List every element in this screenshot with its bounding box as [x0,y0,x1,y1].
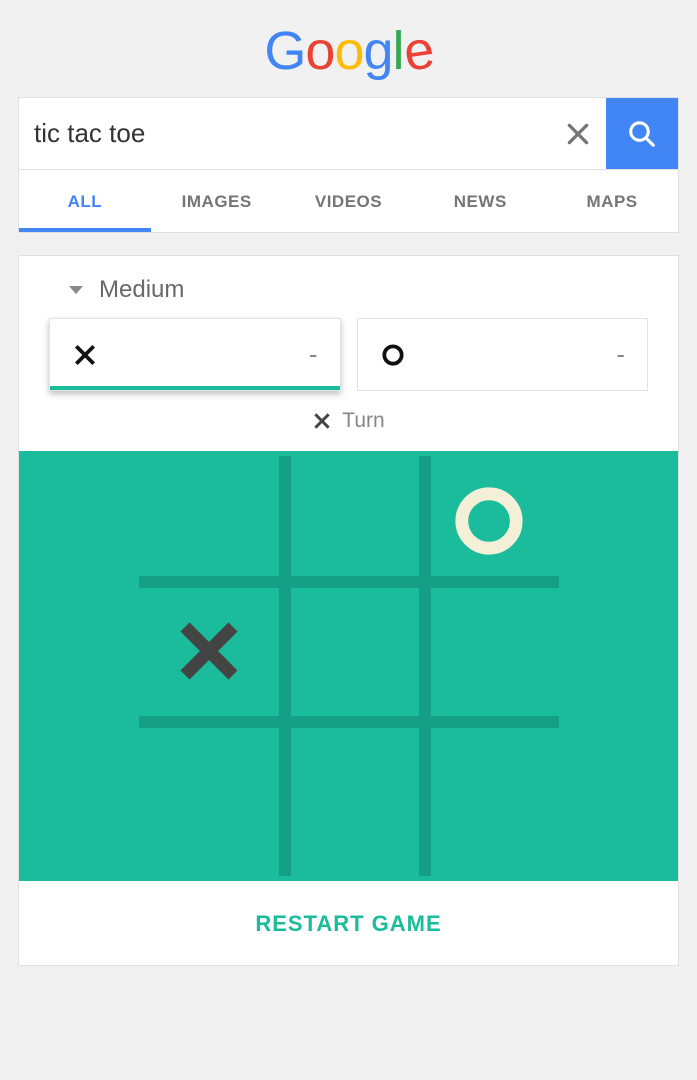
o-mark [449,481,529,561]
board-cell-1-1[interactable] [279,586,419,716]
board-cell-2-0[interactable] [139,716,279,846]
restart-button[interactable]: RESTART GAME [255,911,441,937]
chevron-down-icon [69,286,83,294]
search-button[interactable] [606,98,678,169]
x-icon [312,411,332,431]
board-cell-0-2[interactable] [419,456,559,586]
score-card-x[interactable]: - [49,318,341,391]
score-value-x: - [309,339,318,370]
search-input[interactable] [19,98,550,169]
board-cell-2-1[interactable] [279,716,419,846]
board-cell-2-2[interactable] [419,716,559,846]
search-bar [18,97,679,170]
tab-images[interactable]: IMAGES [151,170,283,232]
board-cell-1-2[interactable] [419,586,559,716]
tab-all[interactable]: ALL [19,170,151,232]
search-icon [627,119,657,149]
game-board [19,451,678,881]
search-tabs: ALL IMAGES VIDEOS NEWS MAPS [18,170,679,233]
score-row: - - [19,318,678,409]
score-card-o[interactable]: - [357,318,649,391]
tab-maps[interactable]: MAPS [546,170,678,232]
difficulty-label: Medium [99,276,184,304]
board-cell-1-0[interactable] [139,586,279,716]
clear-icon[interactable] [550,98,606,169]
turn-label: Turn [342,409,384,433]
tab-news[interactable]: NEWS [414,170,546,232]
board-cell-0-0[interactable] [139,456,279,586]
x-mark [169,611,249,691]
turn-indicator: Turn [19,409,678,451]
difficulty-selector[interactable]: Medium [19,256,678,318]
tic-tac-toe-card: Medium - - Turn [18,255,679,966]
board-cell-0-1[interactable] [279,456,419,586]
google-logo: Google [18,0,679,97]
tab-videos[interactable]: VIDEOS [283,170,415,232]
x-icon [72,342,98,368]
o-icon [380,342,406,368]
score-value-o: - [616,339,625,370]
